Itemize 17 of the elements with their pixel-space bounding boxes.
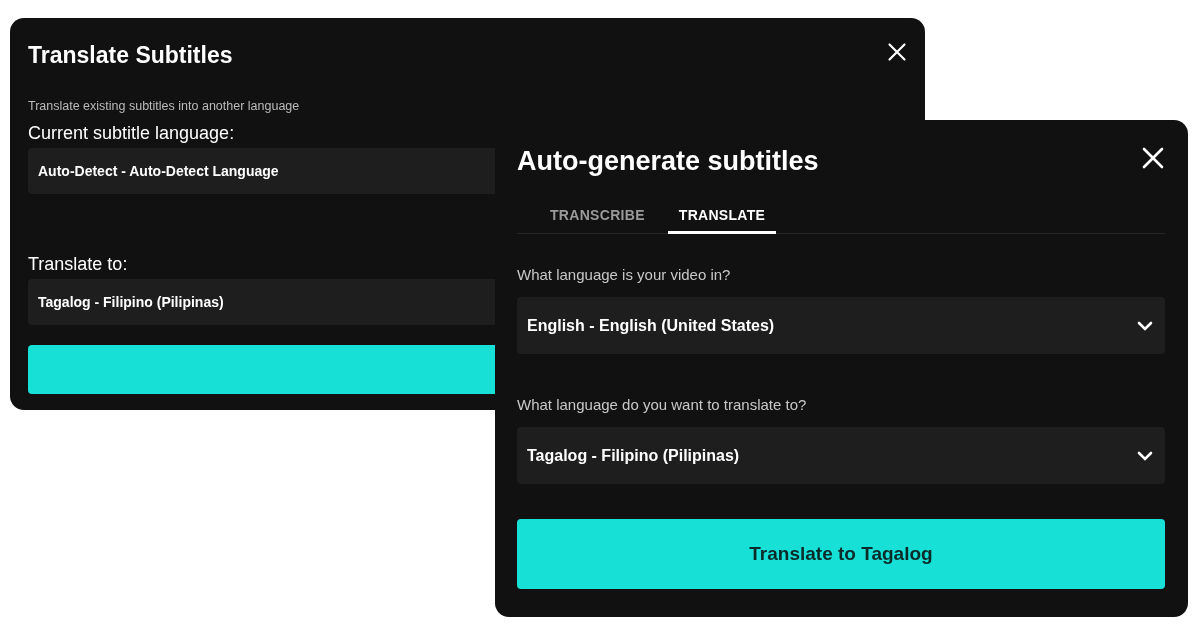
chevron-down-icon: [1137, 320, 1153, 331]
chevron-down-icon: [1137, 450, 1153, 461]
language-dropdown[interactable]: English - English (United States): [517, 297, 1165, 354]
close-icon: [887, 42, 907, 62]
dialog-description: Translate existing subtitles into another language: [28, 99, 301, 113]
translate-button[interactable]: Translate to Tagalog: [517, 519, 1165, 589]
close-icon: [1141, 146, 1165, 170]
language-dropdown[interactable]: Tagalog - Filipino (Pilipinas): [517, 427, 1165, 484]
dialog-title: Translate Subtitles: [28, 42, 233, 69]
close-button[interactable]: [1141, 146, 1165, 170]
field-label: Translate to:: [28, 254, 128, 275]
close-button[interactable]: [887, 42, 907, 62]
field-label: Current subtitle language:: [28, 123, 235, 144]
field-label: What language do you want to translate to?: [517, 396, 807, 413]
dialog-title: Auto-generate subtitles: [517, 146, 819, 177]
tab[interactable]: TRANSCRIBE: [539, 203, 656, 234]
tab[interactable]: TRANSLATE: [667, 203, 777, 234]
